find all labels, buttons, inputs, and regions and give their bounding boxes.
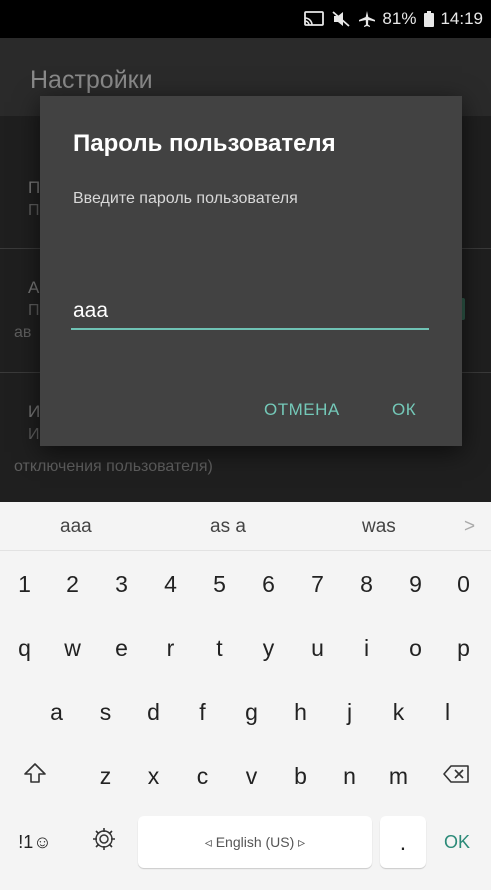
key-o[interactable]: o <box>393 622 438 674</box>
key-3[interactable]: 3 <box>99 558 144 610</box>
key-n[interactable]: n <box>327 750 372 802</box>
shift-key[interactable] <box>6 750 64 802</box>
key-4[interactable]: 4 <box>148 558 193 610</box>
suggestion-more-button[interactable]: > <box>464 516 475 538</box>
keyboard-settings-key[interactable] <box>80 816 128 868</box>
cancel-button[interactable]: ОТМЕНА <box>264 400 340 420</box>
key-u[interactable]: u <box>295 622 340 674</box>
key-y[interactable]: y <box>246 622 291 674</box>
suggestion-item[interactable]: was <box>362 516 396 538</box>
key-m[interactable]: m <box>376 750 421 802</box>
space-key[interactable]: ◃ English (US) ▹ <box>138 816 372 868</box>
key-d[interactable]: d <box>131 686 176 738</box>
page-title: Настройки <box>30 66 153 94</box>
battery-icon <box>424 11 435 27</box>
mute-icon <box>332 11 351 27</box>
settings-item-subtitle: П <box>28 302 40 319</box>
suggestion-item[interactable]: as a <box>210 516 246 538</box>
suggestion-bar: aaa as a was > <box>0 502 491 551</box>
space-key-label: ◃ English (US) ▹ <box>204 833 306 850</box>
key-h[interactable]: h <box>278 686 323 738</box>
backspace-key[interactable] <box>427 750 485 802</box>
key-p[interactable]: p <box>441 622 486 674</box>
key-i[interactable]: i <box>344 622 389 674</box>
clock: 14:19 <box>440 9 483 28</box>
key-g[interactable]: g <box>229 686 274 738</box>
key-0[interactable]: 0 <box>441 558 486 610</box>
ok-button[interactable]: ОК <box>392 400 416 420</box>
battery-percent: 81% <box>382 9 417 28</box>
cast-icon <box>304 11 325 27</box>
key-f[interactable]: f <box>180 686 225 738</box>
key-8[interactable]: 8 <box>344 558 389 610</box>
key-7[interactable]: 7 <box>295 558 340 610</box>
key-c[interactable]: c <box>180 750 225 802</box>
keyboard: aaa as a was > 1 2 3 4 5 6 7 8 9 0 q w e… <box>0 502 491 890</box>
key-b[interactable]: b <box>278 750 323 802</box>
key-z[interactable]: z <box>83 750 128 802</box>
key-t[interactable]: t <box>197 622 242 674</box>
key-9[interactable]: 9 <box>393 558 438 610</box>
settings-icon <box>91 826 117 858</box>
dialog-title: Пароль пользователя <box>73 130 336 157</box>
key-2[interactable]: 2 <box>50 558 95 610</box>
settings-item-subtitle: П <box>28 202 40 219</box>
settings-item-extra: отключения пользователя) <box>14 458 213 475</box>
settings-item-subtitle: И <box>28 426 40 443</box>
backspace-icon <box>442 763 470 790</box>
airplane-icon <box>358 10 376 28</box>
key-l[interactable]: l <box>425 686 470 738</box>
period-key[interactable]: . <box>380 816 426 868</box>
key-w[interactable]: w <box>50 622 95 674</box>
key-q[interactable]: q <box>2 622 47 674</box>
keyboard-ok-key[interactable]: OK <box>432 816 482 868</box>
key-1[interactable]: 1 <box>2 558 47 610</box>
key-6[interactable]: 6 <box>246 558 291 610</box>
key-k[interactable]: k <box>376 686 421 738</box>
key-e[interactable]: e <box>99 622 144 674</box>
key-x[interactable]: x <box>131 750 176 802</box>
key-v[interactable]: v <box>229 750 274 802</box>
key-j[interactable]: j <box>327 686 372 738</box>
settings-item-extra: ав <box>14 324 32 341</box>
dialog-message: Введите пароль пользователя <box>73 190 298 207</box>
symbols-key[interactable]: !1☺ <box>6 816 64 868</box>
settings-item-title: А <box>28 278 40 297</box>
key-a[interactable]: a <box>34 686 79 738</box>
key-s[interactable]: s <box>83 686 128 738</box>
key-r[interactable]: r <box>148 622 193 674</box>
password-dialog: Пароль пользователя Введите пароль польз… <box>40 96 462 446</box>
settings-item-title: И <box>28 402 41 421</box>
settings-item-title: П <box>28 178 41 197</box>
password-input[interactable] <box>71 294 429 330</box>
suggestion-item[interactable]: aaa <box>60 516 92 538</box>
status-bar: 81% 14:19 <box>0 0 491 38</box>
shift-icon <box>23 761 47 791</box>
key-5[interactable]: 5 <box>197 558 242 610</box>
